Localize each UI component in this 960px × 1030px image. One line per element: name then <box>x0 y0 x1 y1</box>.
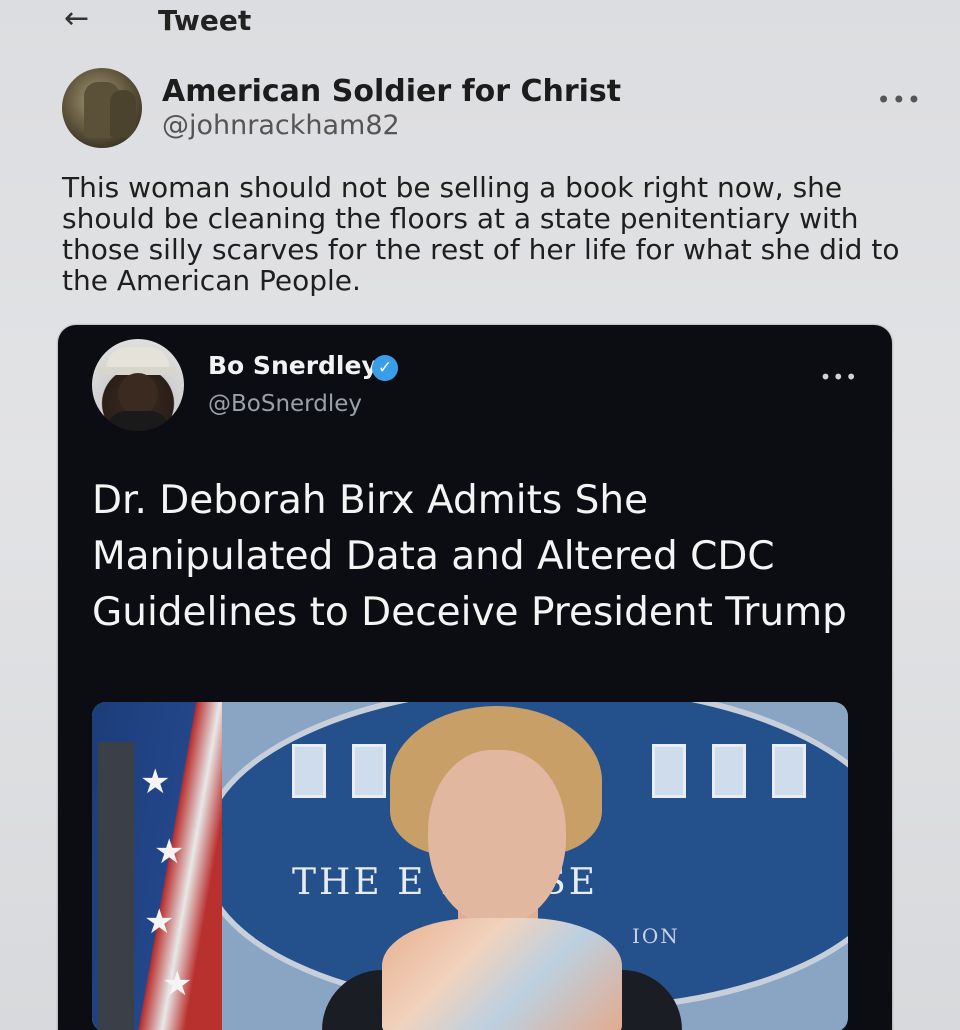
window <box>772 744 806 798</box>
avatar-figure-2 <box>110 90 136 138</box>
back-arrow-icon[interactable]: ← <box>64 4 89 34</box>
seal-sub-lettering: ION <box>632 924 680 948</box>
flag-stand <box>98 742 134 1030</box>
author-handle[interactable]: @johnrackham82 <box>162 110 400 141</box>
tweet-author: American Soldier for Christ @johnrackham… <box>62 68 922 148</box>
window <box>652 744 686 798</box>
person-face <box>428 750 566 926</box>
verified-badge-icon: ✓ <box>372 355 398 381</box>
quoted-tweet-image[interactable]: THE E HOUSE ION ★ ★ ★ ★ <box>92 702 848 1030</box>
quoted-author-handle[interactable]: @BoSnerdley <box>208 391 362 417</box>
flag-star-icon: ★ <box>144 902 175 942</box>
author-display-name[interactable]: American Soldier for Christ <box>162 74 621 109</box>
flag-star-icon: ★ <box>162 964 193 1004</box>
top-bar: ← Tweet <box>0 0 960 52</box>
quoted-more-options-icon[interactable]: ••• <box>820 365 858 389</box>
more-options-icon[interactable]: ••• <box>877 86 922 114</box>
window <box>352 744 386 798</box>
flag-star-icon: ★ <box>140 762 171 802</box>
tweet-body-text: This woman should not be selling a book … <box>62 171 900 297</box>
quoted-author-avatar[interactable] <box>92 339 184 431</box>
avatar-face <box>118 373 158 415</box>
person-scarf <box>382 918 622 1030</box>
quoted-tweet-card[interactable]: Bo Snerdley ✓ @BoSnerdley ••• Dr. Debora… <box>58 325 892 1030</box>
author-avatar[interactable] <box>62 68 142 148</box>
avatar-body <box>106 411 170 431</box>
window <box>292 744 326 798</box>
quoted-author-name[interactable]: Bo Snerdley <box>208 351 378 380</box>
quoted-tweet-headline: Dr. Deborah Birx Admits She Manipulated … <box>92 478 847 635</box>
page-title: Tweet <box>158 4 252 37</box>
flag-star-icon: ★ <box>154 832 185 872</box>
window <box>712 744 746 798</box>
